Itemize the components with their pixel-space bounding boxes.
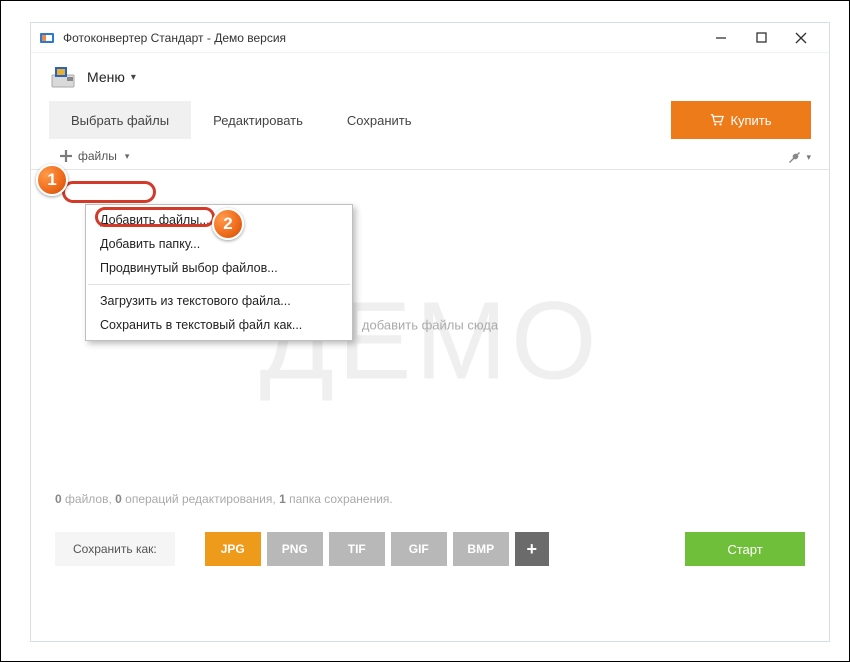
app-icon — [39, 30, 55, 46]
format-bmp-button[interactable]: BMP — [453, 532, 509, 566]
start-button[interactable]: Старт — [685, 532, 805, 566]
menu-button[interactable]: Меню ▾ — [87, 69, 136, 85]
menu-separator — [88, 284, 350, 285]
format-add-button[interactable]: + — [515, 532, 549, 566]
status-bar: 0 файлов, 0 операций редактирования, 1 п… — [31, 480, 829, 518]
menu-advanced-select[interactable]: Продвинутый выбор файлов... — [86, 256, 352, 280]
annotation-badge-1: 1 — [36, 164, 68, 196]
chevron-down-icon: ▾ — [131, 72, 136, 83]
add-files-dropdown[interactable]: файлы ▾ — [49, 145, 139, 169]
menu-save-to-txt[interactable]: Сохранить в текстовый файл как... — [86, 313, 352, 337]
files-count: 0 — [55, 492, 62, 506]
window-title: Фотоконвертер Стандарт - Демо версия — [63, 31, 701, 45]
tabs-row: Выбрать файлы Редактировать Сохранить Ку… — [31, 101, 829, 139]
close-button[interactable] — [781, 24, 821, 52]
menu-label: Меню — [87, 69, 125, 85]
folders-word: папка сохранения. — [286, 492, 393, 506]
bottom-bar: Сохранить как: JPG PNG TIF GIF BMP + Ста… — [31, 518, 829, 586]
titlebar: Фотоконвертер Стандарт - Демо версия — [31, 23, 829, 53]
folders-count: 1 — [279, 492, 286, 506]
tab-edit[interactable]: Редактировать — [191, 101, 325, 139]
tab-select-files[interactable]: Выбрать файлы — [49, 101, 191, 139]
drop-hint: добавить файлы сюда — [362, 318, 498, 333]
annotation-badge-2: 2 — [212, 208, 244, 240]
menu-bar: Меню ▾ — [31, 53, 829, 101]
cart-icon — [710, 113, 724, 127]
format-png-button[interactable]: PNG — [267, 532, 323, 566]
minimize-button[interactable] — [701, 24, 741, 52]
plus-icon — [59, 149, 73, 163]
maximize-button[interactable] — [741, 24, 781, 52]
saveas-label: Сохранить как: — [55, 532, 175, 566]
menu-icon — [49, 63, 77, 91]
buy-label: Купить — [730, 113, 771, 128]
buy-button[interactable]: Купить — [671, 101, 811, 139]
menu-load-from-txt[interactable]: Загрузить из текстового файла... — [86, 289, 352, 313]
format-gif-button[interactable]: GIF — [391, 532, 447, 566]
format-tif-button[interactable]: TIF — [329, 532, 385, 566]
chevron-down-icon: ▾ — [806, 152, 811, 163]
toolbar: файлы ▾ ▾ — [31, 139, 829, 170]
format-jpg-button[interactable]: JPG — [205, 532, 261, 566]
chevron-down-icon: ▾ — [125, 151, 130, 162]
settings-button[interactable]: ▾ — [786, 149, 811, 165]
ops-count: 0 — [115, 492, 122, 506]
files-word: файлов, — [62, 492, 115, 506]
ops-word: операций редактирования, — [122, 492, 279, 506]
tab-save[interactable]: Сохранить — [325, 101, 434, 139]
files-dropdown-label: файлы — [78, 149, 117, 163]
